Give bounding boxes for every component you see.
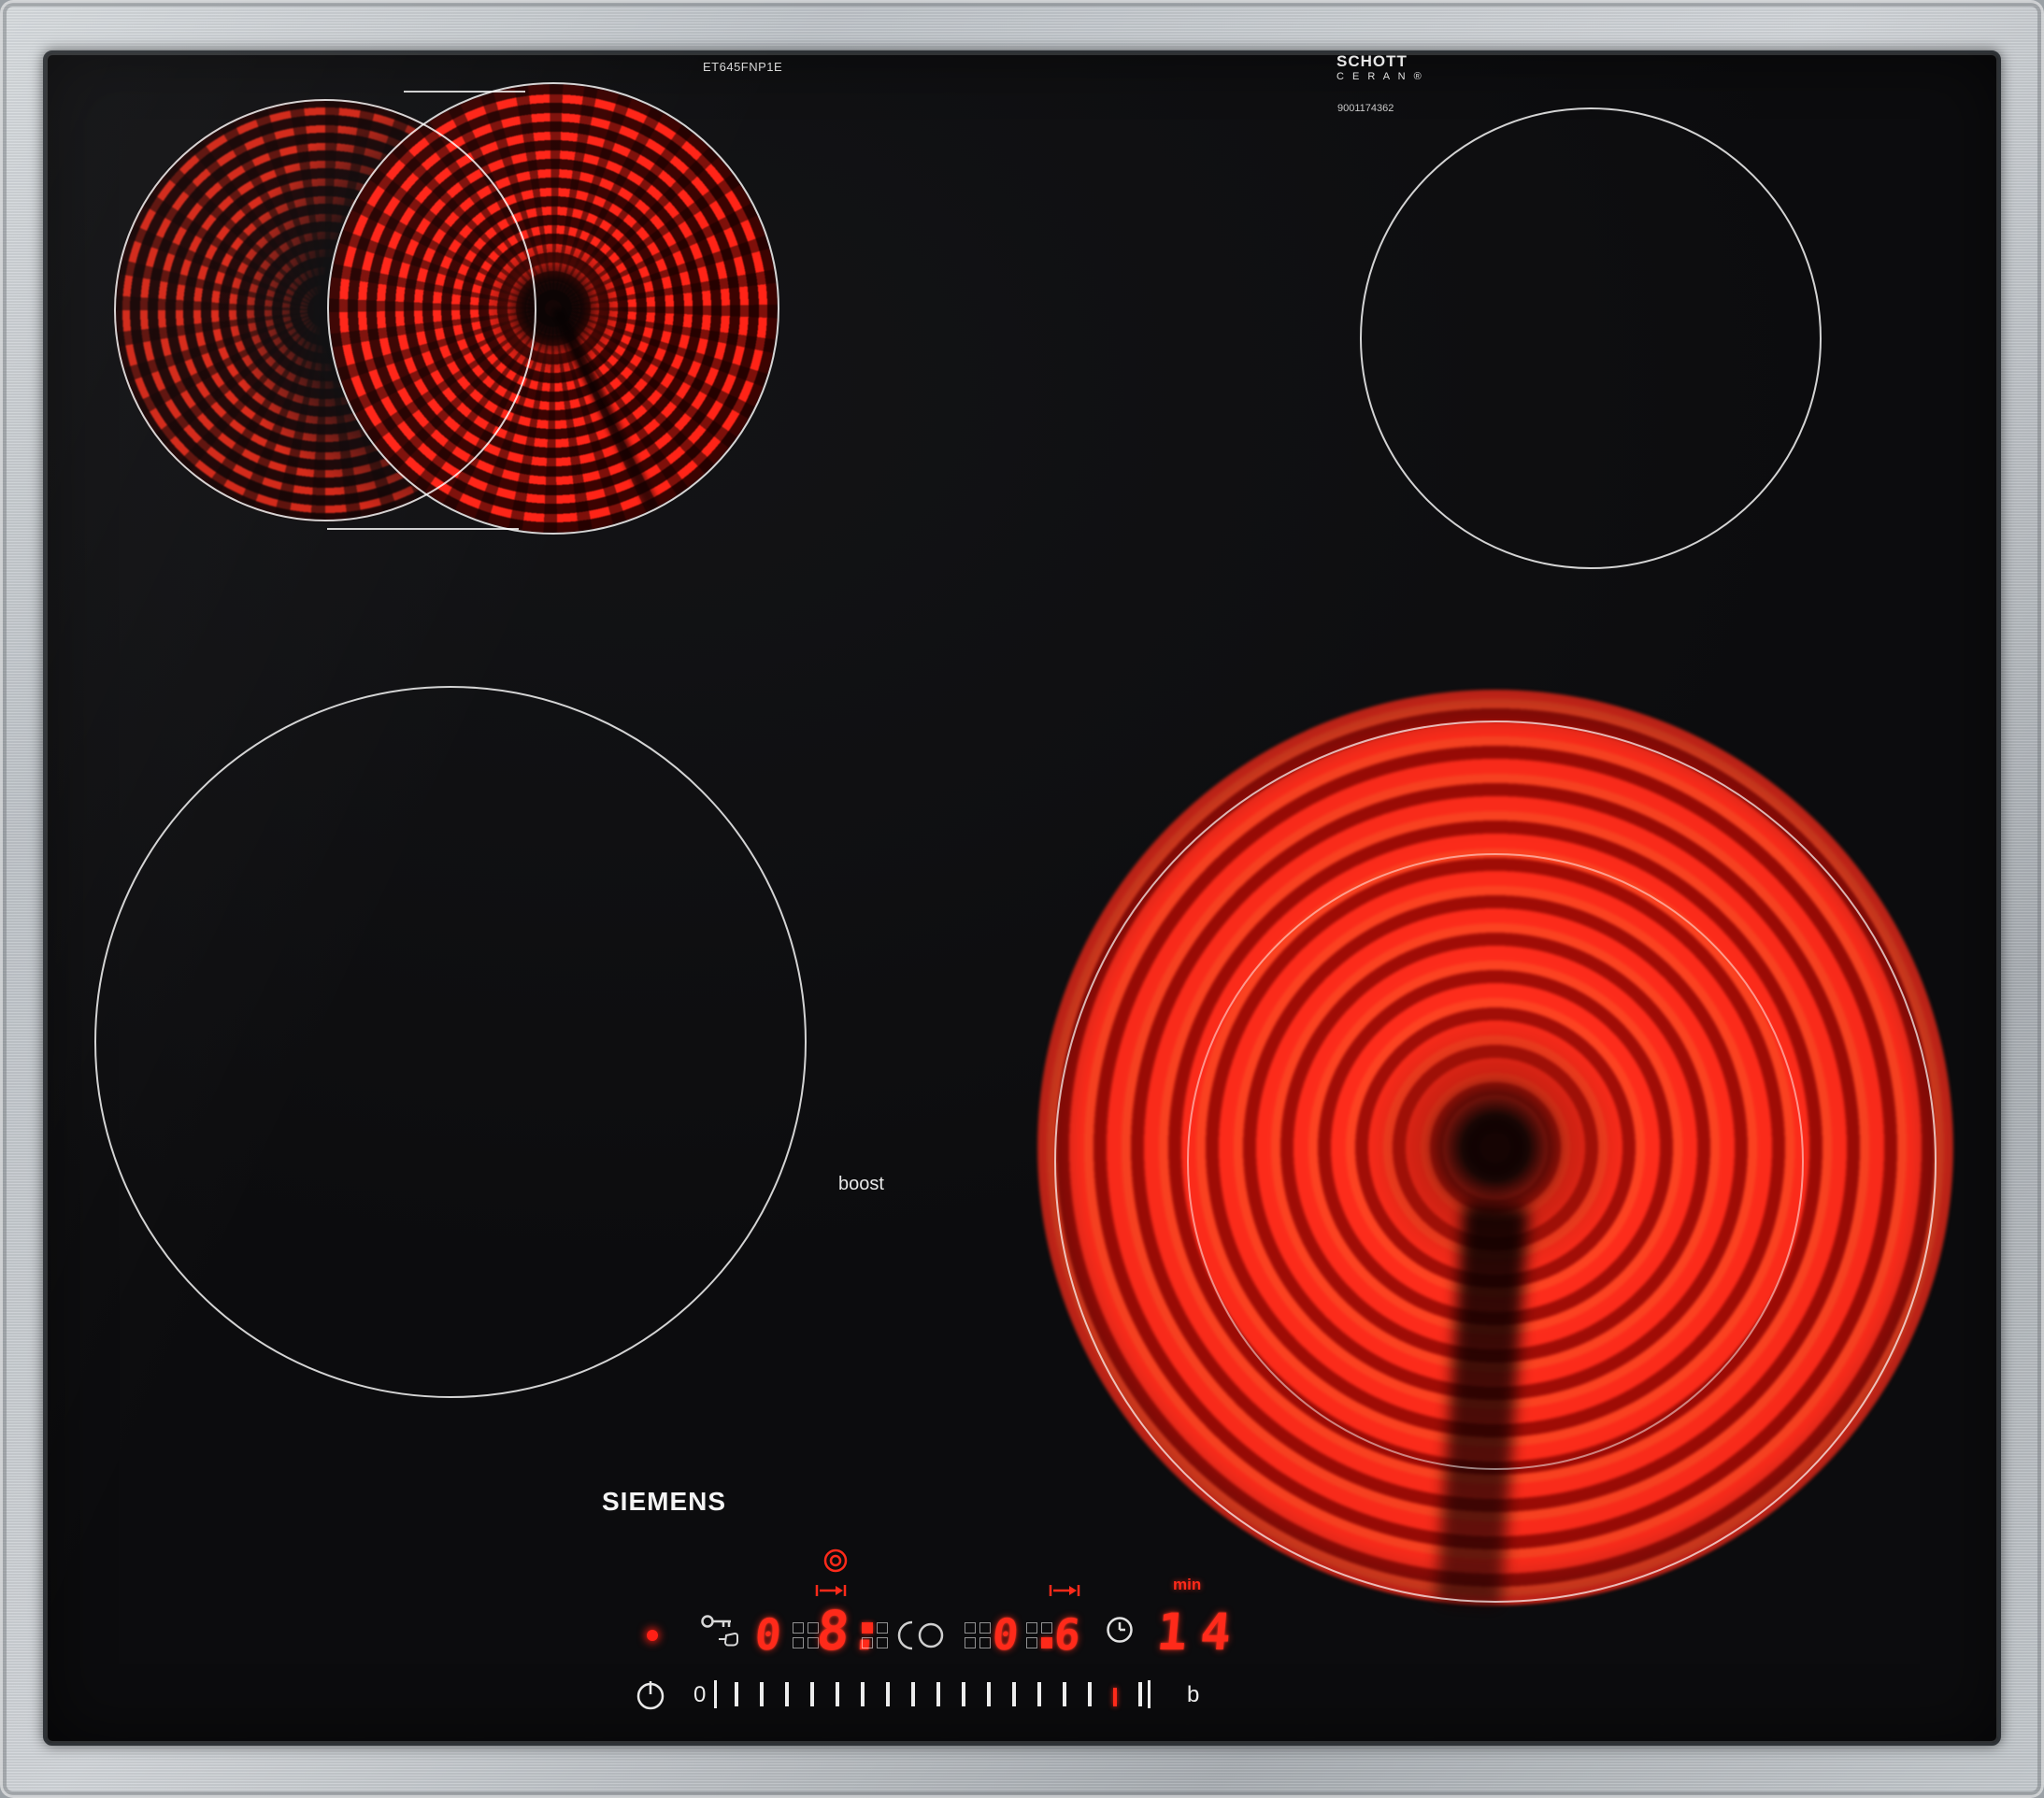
grid-square bbox=[1041, 1622, 1052, 1634]
dual-zone-icon[interactable] bbox=[897, 1619, 950, 1652]
zone-rear-left-bridge-top bbox=[404, 91, 525, 93]
slider-tick[interactable] bbox=[760, 1682, 764, 1706]
grid-square bbox=[979, 1637, 991, 1648]
slider-tick[interactable] bbox=[911, 1682, 915, 1706]
schott-logo-line2: C E R A N ® bbox=[1336, 71, 1424, 82]
grid-square bbox=[965, 1622, 976, 1634]
grid-square bbox=[979, 1622, 991, 1634]
slider-tick[interactable] bbox=[1088, 1682, 1092, 1706]
slider-tick[interactable] bbox=[861, 1682, 865, 1706]
grid-square bbox=[793, 1622, 804, 1634]
slider-tick[interactable] bbox=[836, 1682, 839, 1706]
slider-start-bar bbox=[714, 1680, 717, 1708]
slider-tick[interactable] bbox=[1113, 1688, 1117, 1706]
boost-label: boost bbox=[838, 1174, 884, 1194]
childlock-key-hand-icon[interactable] bbox=[699, 1611, 746, 1650]
clock-icon[interactable] bbox=[1105, 1615, 1135, 1645]
zone-rear-right-outline bbox=[1360, 107, 1822, 569]
slider-tick[interactable] bbox=[810, 1682, 814, 1706]
grid-square bbox=[877, 1622, 888, 1634]
grid-square bbox=[965, 1637, 976, 1648]
slider-tick[interactable] bbox=[1063, 1682, 1066, 1706]
brand-logo: SIEMENS bbox=[602, 1487, 727, 1516]
zone-rear-left-bridge-bottom bbox=[327, 528, 519, 530]
zone-front-right-outline-inner bbox=[1187, 853, 1804, 1470]
zone-rear-left-outline-right bbox=[327, 82, 779, 535]
grid-square bbox=[1041, 1637, 1052, 1648]
slider-ticks[interactable] bbox=[735, 1682, 1142, 1708]
zone-select-grid-2[interactable] bbox=[862, 1622, 888, 1648]
zone-front-left-outline bbox=[94, 686, 807, 1398]
slider-end-bar bbox=[1148, 1680, 1151, 1708]
arrow-to-bar-icon bbox=[1049, 1585, 1080, 1596]
slider-tick[interactable] bbox=[987, 1682, 991, 1706]
schott-logo-line1: SCHOTT bbox=[1336, 52, 1408, 70]
serial-number: 9001174362 bbox=[1337, 103, 1394, 114]
slider-tick[interactable] bbox=[1012, 1682, 1016, 1706]
zone-select-grid-4[interactable] bbox=[1026, 1622, 1052, 1648]
grid-square bbox=[1026, 1622, 1037, 1634]
slider-tick[interactable] bbox=[936, 1682, 940, 1706]
slider-tick[interactable] bbox=[1138, 1682, 1142, 1706]
grid-square bbox=[877, 1637, 888, 1648]
power-icon[interactable] bbox=[634, 1678, 667, 1712]
model-number: ET645FNP1E bbox=[703, 60, 783, 74]
display-4: 6 bbox=[1051, 1609, 1083, 1660]
target-icon bbox=[823, 1548, 848, 1573]
display-1: 0 bbox=[752, 1609, 784, 1660]
slider-tick[interactable] bbox=[785, 1682, 789, 1706]
slider-tick[interactable] bbox=[886, 1682, 890, 1706]
touch-control-panel: min 0 8. 0 6 14 0 b bbox=[626, 1542, 1262, 1738]
cooktop: ET645FNP1E SCHOTT C E R A N ® 9001174362… bbox=[0, 0, 2044, 1798]
slider-start-label: 0 bbox=[693, 1682, 707, 1707]
zone-select-grid-3[interactable] bbox=[965, 1622, 991, 1648]
display-3: 0 bbox=[990, 1609, 1022, 1660]
slider-end-label: b bbox=[1187, 1682, 1200, 1707]
grid-square bbox=[862, 1637, 873, 1648]
slider-tick[interactable] bbox=[1037, 1682, 1041, 1706]
slider-tick[interactable] bbox=[962, 1682, 965, 1706]
grid-square bbox=[862, 1622, 873, 1634]
arrow-to-bar-icon bbox=[815, 1585, 847, 1596]
timer-display: 14 bbox=[1154, 1603, 1247, 1662]
grid-square bbox=[1026, 1637, 1037, 1648]
timer-unit-label: min bbox=[1173, 1576, 1202, 1593]
slider-tick[interactable] bbox=[735, 1682, 738, 1706]
grid-square bbox=[793, 1637, 804, 1648]
power-led bbox=[647, 1630, 658, 1641]
